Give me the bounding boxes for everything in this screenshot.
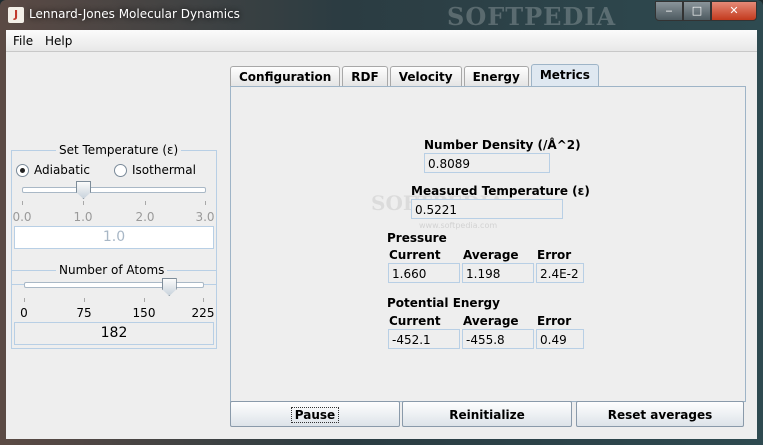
adiabatic-label: Adiabatic	[34, 163, 90, 177]
radio-indicator	[16, 163, 29, 177]
atoms-tick-label: 75	[76, 306, 92, 320]
pressure-average-value: 1.198	[462, 263, 534, 283]
pressure-average-label: Average	[463, 248, 519, 262]
temperature-tick	[205, 201, 206, 205]
atoms-value-field: 182	[14, 322, 214, 345]
temperature-tick	[145, 201, 146, 205]
temperature-tick-label: 2.0	[135, 210, 155, 224]
atoms-slider-track[interactable]	[24, 282, 204, 288]
temperature-tick	[83, 201, 84, 205]
number-of-atoms-legend: Number of Atoms	[59, 263, 165, 277]
tab-configuration[interactable]: Configuration	[230, 66, 341, 87]
potential-energy-current-label: Current	[389, 314, 441, 328]
tab-strip: Configuration RDF Velocity Energy Metric…	[230, 64, 601, 87]
tab-velocity[interactable]: Velocity	[389, 66, 462, 87]
metrics-panel: SOFTPEDIA www.softpedia.com Number Densi…	[230, 86, 746, 402]
isothermal-radio[interactable]: Isothermal	[114, 163, 196, 177]
pause-button[interactable]: Pause	[230, 401, 400, 427]
tab-metrics[interactable]: Metrics	[530, 64, 599, 87]
java-app-icon: J	[8, 7, 24, 23]
panel-watermark-url: www.softpedia.com	[419, 221, 498, 230]
temperature-tick	[22, 201, 23, 205]
menu-file[interactable]: File	[13, 34, 33, 48]
potential-energy-average-value: -455.8	[462, 329, 534, 349]
window-title: Lennard-Jones Molecular Dynamics	[29, 7, 240, 21]
potential-energy-current-value: -452.1	[388, 329, 460, 349]
temperature-value-field[interactable]: 1.0	[14, 226, 214, 249]
client-area: File Help Set Temperature (ε) Adiabatic …	[6, 30, 757, 439]
maximize-button[interactable]: □	[683, 1, 711, 21]
reset-averages-button[interactable]: Reset averages	[576, 401, 744, 427]
atoms-tick	[144, 298, 145, 302]
atoms-tick	[24, 298, 25, 302]
pressure-error-value: 2.4E-2	[536, 263, 584, 283]
number-density-label: Number Density (/Å^2)	[424, 138, 581, 152]
reinitialize-button[interactable]: Reinitialize	[402, 401, 572, 427]
app-window: J Lennard-Jones Molecular Dynamics SOFTP…	[0, 0, 763, 445]
adiabatic-radio[interactable]: Adiabatic	[16, 163, 90, 177]
potential-energy-average-label: Average	[463, 314, 519, 328]
tab-energy[interactable]: Energy	[463, 66, 529, 87]
atoms-tick-label: 150	[132, 306, 156, 320]
isothermal-label: Isothermal	[132, 163, 196, 177]
potential-energy-error-value: 0.49	[536, 329, 584, 349]
pressure-error-label: Error	[537, 248, 572, 262]
pressure-current-label: Current	[389, 248, 441, 262]
radio-indicator	[114, 163, 127, 177]
temperature-tick-label: 0.0	[12, 210, 32, 224]
potential-energy-label: Potential Energy	[387, 296, 500, 310]
measured-temperature-label: Measured Temperature (ε)	[411, 184, 590, 198]
title-bar[interactable]: J Lennard-Jones Molecular Dynamics SOFTP…	[0, 0, 763, 31]
close-button[interactable]: ✕	[711, 1, 757, 21]
temperature-slider-track[interactable]	[22, 187, 206, 193]
window-controls: ‒ □ ✕	[655, 1, 757, 21]
pause-button-label: Pause	[290, 407, 340, 423]
menu-bar: File Help	[6, 30, 757, 52]
pressure-label: Pressure	[387, 231, 447, 245]
atoms-tick-label: 225	[191, 306, 215, 320]
tab-rdf[interactable]: RDF	[342, 66, 388, 87]
atoms-tick	[203, 298, 204, 302]
atoms-tick-label: 0	[20, 306, 28, 320]
number-density-value: 0.8089	[424, 153, 550, 173]
minimize-button[interactable]: ‒	[655, 1, 683, 21]
measured-temperature-value: 0.5221	[411, 199, 563, 219]
atoms-tick	[84, 298, 85, 302]
temperature-tick-label: 3.0	[195, 210, 215, 224]
menu-help[interactable]: Help	[45, 34, 72, 48]
potential-energy-error-label: Error	[537, 314, 572, 328]
pressure-current-value: 1.660	[388, 263, 460, 283]
softpedia-watermark: SOFTPEDIA	[447, 2, 617, 31]
temperature-tick-label: 1.0	[73, 210, 93, 224]
set-temperature-legend: Set Temperature (ε)	[59, 143, 179, 157]
